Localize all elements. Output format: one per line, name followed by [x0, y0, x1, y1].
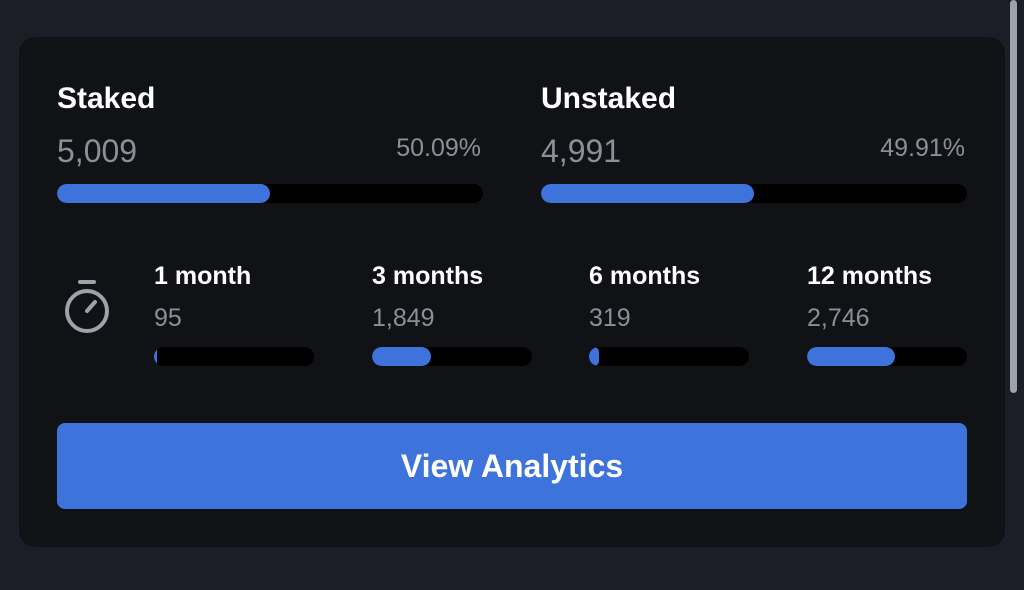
period-progress-fill: [807, 347, 895, 366]
period-progress-bar: [807, 347, 967, 366]
period-label: 6 months: [589, 262, 701, 290]
period-label: 1 month: [154, 262, 252, 290]
stopwatch-icon: [65, 280, 109, 333]
staked-value: 5,009: [57, 133, 138, 169]
period-value: 2,746: [807, 304, 870, 332]
unstaked-progress-fill: [541, 184, 754, 203]
period-progress-bar: [154, 347, 314, 366]
staked-progress-fill: [57, 184, 271, 203]
staked-percent: 50.09%: [396, 134, 481, 162]
unstaked-progress-bar: [541, 184, 967, 203]
period-progress-bar: [372, 347, 532, 366]
period-progress-fill: [589, 347, 600, 366]
page-scrollbar[interactable]: [1010, 0, 1017, 393]
staking-summary-card: Staked 5,009 50.09% Unstaked 4,991 49.91…: [19, 37, 1005, 547]
period-label: 12 months: [807, 262, 933, 290]
period-value: 1,849: [372, 304, 435, 332]
staked-progress-bar: [57, 184, 483, 203]
period-value: 95: [154, 304, 182, 332]
period-progress-fill: [372, 347, 432, 366]
unstaked-title: Unstaked: [541, 82, 677, 115]
period-progress-fill: [154, 347, 158, 366]
period-value: 319: [589, 304, 631, 332]
period-progress-bar: [589, 347, 749, 366]
staked-title: Staked: [57, 82, 156, 115]
view-analytics-button[interactable]: View Analytics: [57, 423, 967, 509]
unstaked-percent: 49.91%: [880, 134, 965, 162]
period-label: 3 months: [372, 262, 484, 290]
unstaked-value: 4,991: [541, 133, 622, 169]
